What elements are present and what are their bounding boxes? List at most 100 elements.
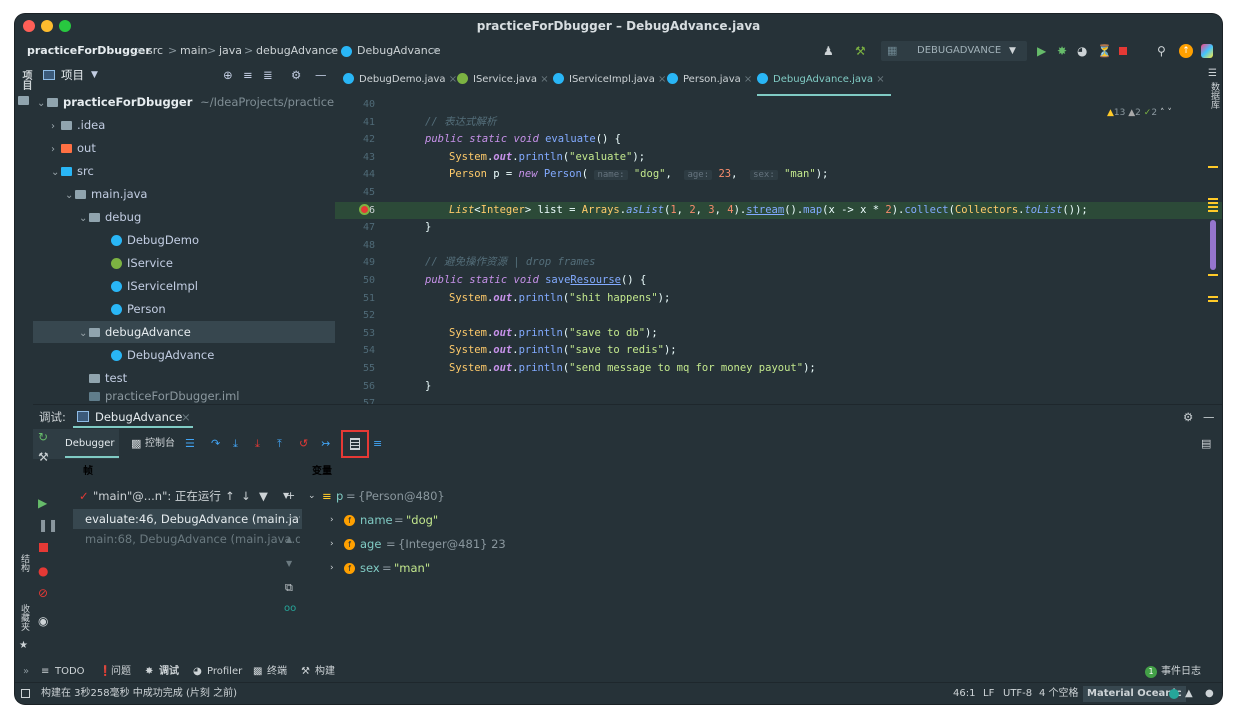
minimize-window-button[interactable] xyxy=(41,20,53,32)
mute-breakpoints-icon[interactable]: ⊘ xyxy=(38,586,48,600)
run-config-select[interactable]: ▦ DEBUGADVANCE ▼ xyxy=(881,41,1027,61)
watches-icon[interactable]: oo xyxy=(284,603,296,614)
indent-setting[interactable]: 4 个空格 xyxy=(1039,683,1079,704)
tab-profiler[interactable]: Profiler xyxy=(207,662,242,682)
update-icon[interactable]: ↑ xyxy=(1179,44,1193,58)
tab-build[interactable]: 构建 xyxy=(315,662,335,682)
breadcrumb-java[interactable]: java xyxy=(219,38,242,64)
tree-item-src[interactable]: ⌄ src xyxy=(51,160,94,182)
build-hammer-icon[interactable]: ⚒ xyxy=(855,43,866,59)
user-icon[interactable]: ♟ xyxy=(823,43,834,59)
expand-all-icon[interactable]: ≡ xyxy=(243,64,253,86)
coverage-icon[interactable]: ◕ xyxy=(1077,43,1087,59)
search-icon[interactable]: ⚲ xyxy=(1157,43,1166,59)
caret-position[interactable]: 46:1 xyxy=(953,683,975,704)
jetbrains-toolbox-icon[interactable] xyxy=(1201,44,1213,58)
frame-item[interactable]: main:68, DebugAdvance (main.java.debu xyxy=(85,529,300,549)
view-breakpoints-icon[interactable]: ● xyxy=(38,564,48,578)
tab-todo[interactable]: TODO xyxy=(55,662,85,682)
add-icon[interactable]: + xyxy=(286,489,295,502)
breadcrumb-debugAdvance[interactable]: debugAdvance xyxy=(256,38,338,64)
camera-icon[interactable]: ◉ xyxy=(38,614,48,628)
file-encoding[interactable]: UTF-8 xyxy=(1003,683,1032,704)
remove-icon[interactable]: − xyxy=(286,511,295,524)
gear-icon[interactable]: ⚙ xyxy=(1183,405,1193,429)
stop-icon[interactable] xyxy=(39,543,48,552)
code-area[interactable]: // 表达式解析 public static void evaluate() {… xyxy=(395,96,1222,404)
tab-Person[interactable]: Person.java × xyxy=(667,64,752,96)
close-window-button[interactable] xyxy=(23,20,35,32)
frame-item[interactable]: evaluate:46, DebugAdvance (main.java.d xyxy=(85,509,300,529)
breadcrumb-main[interactable]: main xyxy=(180,38,207,64)
debug-bug-icon[interactable]: ✸ xyxy=(1057,43,1067,59)
menu-icon[interactable]: ☰ xyxy=(185,429,195,459)
tab-terminal[interactable]: 终端 xyxy=(267,662,287,682)
thread-selector[interactable]: ✓ "main"@...n": 正在运行 ↑ ↓ ▼ ▼ xyxy=(73,485,302,507)
stop-icon[interactable] xyxy=(1119,47,1127,55)
tab-console[interactable]: 控制台 xyxy=(145,429,175,459)
line-separator[interactable]: LF xyxy=(983,683,994,704)
favorites-tool-tab[interactable]: 收藏夹 xyxy=(18,604,31,631)
wrench-icon[interactable]: ⚒ xyxy=(38,450,49,464)
tree-item-IServiceImpl[interactable]: IServiceImpl xyxy=(111,275,198,297)
warning-marker[interactable] xyxy=(1208,274,1218,276)
chevron-down-icon[interactable]: ▼ xyxy=(91,64,98,86)
hide-icon[interactable]: — xyxy=(315,64,327,86)
collapse-all-icon[interactable]: ≣ xyxy=(263,64,273,86)
trace-stream-icon[interactable]: ≡ xyxy=(373,429,382,459)
warning-marker[interactable] xyxy=(1208,296,1218,302)
scrollbar-thumb[interactable] xyxy=(1210,220,1216,270)
rerun-icon[interactable]: ↻ xyxy=(38,430,48,444)
project-tool-tab[interactable]: 项目 xyxy=(18,70,33,90)
arrow-up-icon[interactable]: ↑ xyxy=(225,485,235,507)
show-execution-point-icon[interactable]: ↷ xyxy=(211,429,220,459)
locate-icon[interactable]: ⊕ xyxy=(223,64,233,86)
warning-marker[interactable] xyxy=(1208,166,1218,168)
resume-icon[interactable]: ▶ xyxy=(38,496,47,510)
gear-icon[interactable]: ⚙ xyxy=(291,64,301,86)
tree-item-DebugAdvance[interactable]: DebugAdvance xyxy=(111,344,214,366)
tree-item-out[interactable]: › out xyxy=(51,137,96,159)
layout-icon[interactable]: ▤ xyxy=(1201,429,1211,459)
event-log-tab[interactable]: 事件日志 xyxy=(1161,662,1201,682)
run-icon[interactable]: ▶ xyxy=(1037,43,1046,59)
close-icon[interactable]: × xyxy=(876,74,884,85)
tab-problems[interactable]: 问题 xyxy=(111,662,131,682)
pause-icon[interactable]: ❚❚ xyxy=(38,518,58,532)
breakpoint-icon[interactable] xyxy=(359,204,370,215)
tab-IService[interactable]: IService.java × xyxy=(457,64,549,96)
notifications-icon[interactable]: ● xyxy=(1205,683,1214,704)
tree-item-Person[interactable]: Person xyxy=(111,298,166,320)
tree-item-DebugDemo[interactable]: DebugDemo xyxy=(111,229,199,251)
tab-DebugDemo[interactable]: DebugDemo.java × xyxy=(343,64,457,96)
drop-frame-icon[interactable]: ↺ xyxy=(299,429,308,459)
profile-icon[interactable]: ⏳ xyxy=(1097,43,1112,59)
tree-item-idea[interactable]: › .idea xyxy=(51,114,105,136)
tree-item-debug[interactable]: ⌄ debug xyxy=(79,206,141,228)
evaluate-expression-button[interactable] xyxy=(341,430,369,458)
run-to-cursor-icon[interactable]: ↣ xyxy=(321,429,330,459)
status-message[interactable]: 构建在 3秒258毫秒 中成功完成 (片刻 之前) xyxy=(41,683,237,704)
zoom-window-button[interactable] xyxy=(59,20,71,32)
structure-tool-tab[interactable]: 结构 xyxy=(18,554,31,572)
close-icon[interactable]: × xyxy=(658,74,666,85)
tab-debugger[interactable]: Debugger xyxy=(65,429,115,459)
breadcrumb-project[interactable]: practiceForDbugger xyxy=(27,38,151,64)
tab-debug[interactable]: 调试 xyxy=(159,662,179,682)
close-icon[interactable]: × xyxy=(449,74,457,85)
tree-item-test[interactable]: test xyxy=(79,367,127,389)
breadcrumb-src[interactable]: src xyxy=(147,38,163,64)
move-down-icon[interactable]: ▼ xyxy=(286,559,292,568)
panel-toggle-icon[interactable] xyxy=(21,689,30,698)
copy-icon[interactable]: ⧉ xyxy=(285,581,293,595)
close-icon[interactable]: × xyxy=(744,74,752,85)
project-panel-title[interactable]: 项目 xyxy=(61,64,84,86)
filter-icon[interactable]: ▼ xyxy=(259,485,268,507)
move-up-icon[interactable]: ▲ xyxy=(286,535,292,544)
tree-item-iml[interactable]: practiceForDbugger.iml xyxy=(79,388,240,404)
lock-icon[interactable]: ▲ xyxy=(1185,683,1193,704)
step-over-icon[interactable]: ⤓ xyxy=(233,429,238,459)
close-icon[interactable]: × xyxy=(540,74,548,85)
warning-marker[interactable] xyxy=(1208,198,1218,212)
more-icon[interactable]: » xyxy=(23,662,29,682)
